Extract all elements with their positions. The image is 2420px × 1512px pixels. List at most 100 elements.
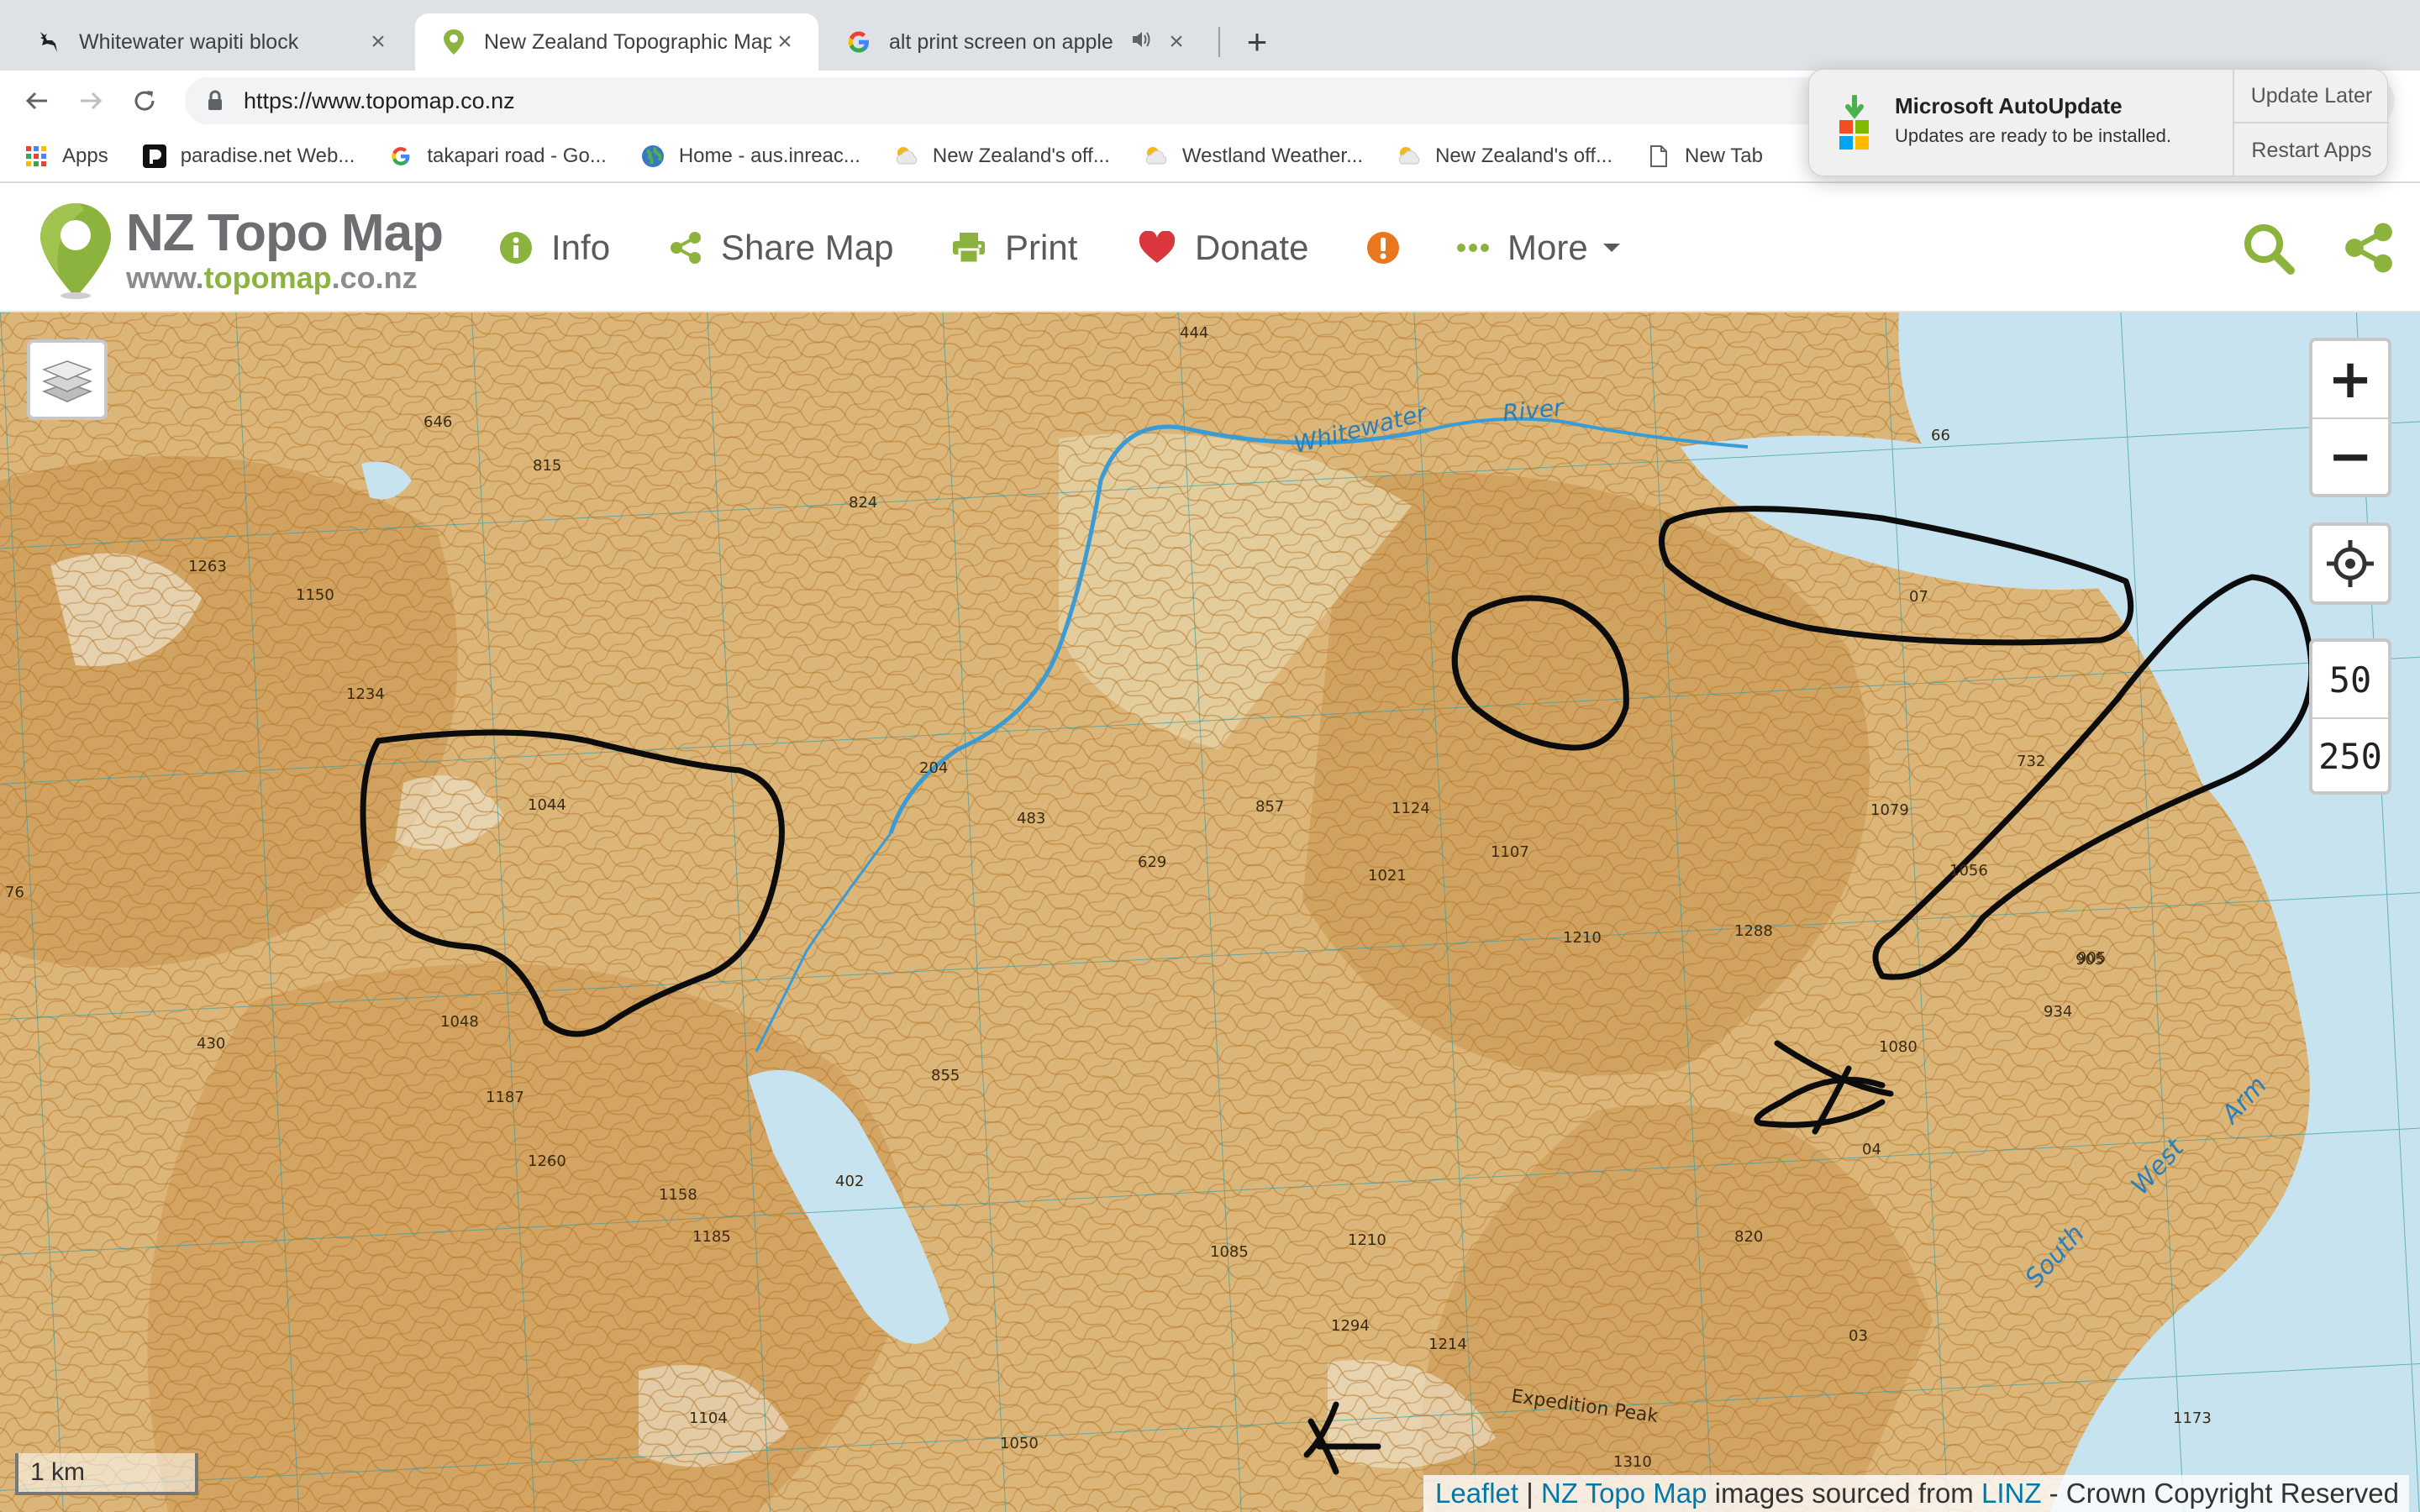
back-button[interactable] [15,79,59,123]
forward-arrow-icon [81,92,103,110]
attribution-text: images sourced from [1707,1478,1981,1509]
locate-button[interactable] [2309,522,2391,605]
notification-body: Updates are ready to be installed. [1895,125,2171,146]
leaflet-link[interactable]: Leaflet [1435,1478,1518,1509]
bookmark-label: Westland Weather... [1181,144,1364,167]
weather-icon [894,144,919,169]
menu-info[interactable]: Info [499,218,610,277]
tab-google-search[interactable]: alt print screen on apple ke × [820,13,1210,71]
google-icon [845,29,872,55]
apps-grid-icon [24,144,49,169]
zoom-out-button[interactable]: − [2312,417,2388,494]
attribution-separator: | [1518,1478,1542,1509]
header-share-button[interactable] [2343,222,2396,276]
bookmark-metservice-2[interactable]: New Zealand's off... [1397,144,1612,169]
share-icon [2345,223,2392,273]
close-icon[interactable]: × [1163,28,1190,55]
crosshair-icon [2327,540,2374,587]
layers-icon [41,360,93,402]
menu-print[interactable]: Print [951,218,1077,277]
menu-label: Print [1005,228,1078,267]
attribution-copyright: - Crown Copyright Reserved [2041,1478,2399,1509]
caret-down-icon [1602,242,1622,254]
url-text: https://www.topomap.co.nz [244,87,515,113]
bookmark-metservice-1[interactable]: New Zealand's off... [894,144,1110,169]
reload-icon [134,91,155,111]
printer-icon [951,231,986,265]
page-icon [1646,144,1671,169]
site-logo[interactable]: NZ Topo Map www.topomap.co.nz [37,198,449,302]
restart-apps-button[interactable]: Restart Apps [2234,123,2389,177]
close-icon[interactable]: × [365,28,392,55]
speaker-icon[interactable] [1131,30,1151,55]
menu-donate[interactable]: Donate [1138,218,1308,277]
paradise-icon [142,144,167,169]
bookmark-label: paradise.net Web... [180,144,355,167]
tab-separator [1218,27,1220,57]
globe-icon [640,144,666,169]
menu-more[interactable]: More [1457,218,1622,277]
scale-bar: 1 km [15,1453,198,1495]
reload-button[interactable] [123,79,166,123]
menu-share-map[interactable]: Share Map [669,218,893,277]
scale-250-button[interactable]: 250 [2312,717,2388,791]
linz-link[interactable]: LINZ [1981,1478,2042,1509]
close-icon[interactable]: × [771,28,798,55]
share-icon [669,231,702,265]
logo-title: NZ Topo Map [126,204,444,262]
map-attribution: Leaflet | NZ Topo Map images sourced fro… [1423,1475,2409,1512]
map-terrain [0,312,2420,1512]
heart-icon [1138,231,1176,265]
layers-button[interactable] [27,339,108,420]
bookmark-takapari[interactable]: takapari road - Go... [388,144,607,169]
bookmark-label: takapari road - Go... [427,144,607,167]
bookmark-label: Apps [62,144,108,167]
tab-title: New Zealand Topographic Map [484,29,771,54]
map-scale-control: 50 250 [2309,638,2391,795]
autoupdate-notification: Microsoft AutoUpdate Updates are ready t… [1808,69,2389,177]
microsoft-autoupdate-icon [1829,94,1880,150]
bookmark-new-tab[interactable]: New Tab [1646,144,1763,169]
update-later-button[interactable]: Update Later [2234,70,2389,123]
bookmark-westland-weather[interactable]: Westland Weather... [1144,144,1363,169]
back-arrow-icon [25,92,47,110]
weather-icon [1397,144,1422,169]
map-pin-icon [440,29,467,55]
bookmark-label: New Tab [1685,144,1763,167]
tab-topomap[interactable]: New Zealand Topographic Map × [415,13,818,71]
topo-map[interactable]: Whitewater River South West Arm Expediti… [0,312,2420,1512]
site-header: NZ Topo Map www.topomap.co.nz Info Share… [0,185,2420,312]
tab-strip: Whitewater wapiti block × New Zealand To… [0,0,2420,71]
deer-icon [35,29,62,55]
search-button[interactable] [2242,222,2296,276]
logo-url: www.topomap.co.nz [126,260,418,295]
info-icon [499,231,533,265]
google-icon [388,144,413,169]
menu-label: Info [551,228,611,267]
bookmark-label: Home - aus.inreac... [678,144,860,167]
zoom-in-button[interactable]: + [2312,341,2388,417]
scale-50-button[interactable]: 50 [2312,642,2388,717]
bookmark-apps[interactable]: Apps [24,144,108,169]
new-tab-button[interactable]: + [1235,20,1279,64]
menu-alert[interactable] [1366,218,1418,277]
menu-label: Donate [1195,228,1309,267]
nztopo-link[interactable]: NZ Topo Map [1541,1478,1707,1509]
bookmark-paradise[interactable]: paradise.net Web... [142,144,355,169]
ellipsis-icon [1457,243,1489,253]
menu-label: Share Map [721,228,894,267]
menu-label: More [1507,228,1588,267]
bookmark-label: New Zealand's off... [932,144,1110,167]
tab-title: Whitewater wapiti block [79,29,299,54]
weather-icon [1144,144,1169,169]
tab-whitewater[interactable]: Whitewater wapiti block × [10,13,412,71]
lock-icon [207,90,224,112]
bookmark-inreach[interactable]: Home - aus.inreac... [640,144,860,169]
forward-button[interactable] [69,79,113,123]
zoom-control: + − [2309,338,2391,497]
search-icon [2244,224,2295,275]
notification-title: Microsoft AutoUpdate [1895,93,2123,118]
tab-title: alt print screen on apple ke [889,29,1119,54]
map-pin-logo-icon [40,203,111,299]
alert-icon [1366,231,1400,265]
